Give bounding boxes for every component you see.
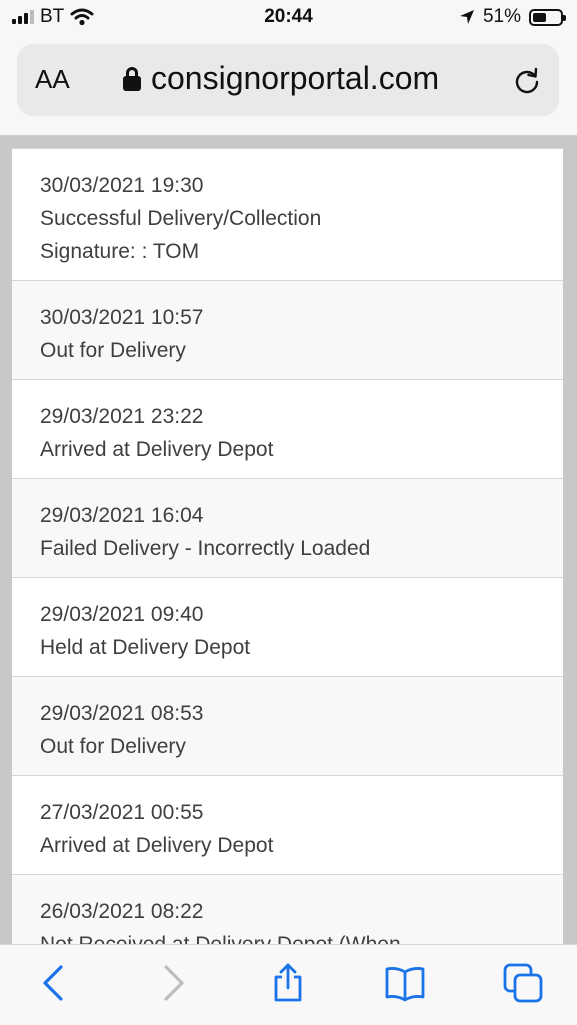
event-datetime: 27/03/2021 00:55 <box>40 801 204 824</box>
browser-address-area: AA consignorportal.com <box>0 40 577 136</box>
list-item: 29/03/2021 23:22 Arrived at Delivery Dep… <box>12 379 563 478</box>
battery-icon <box>529 8 566 26</box>
status-bar: BT 20:44 51% <box>0 0 577 40</box>
event-status: Successful Delivery/Collection <box>40 207 322 230</box>
event-status: Held at Delivery Depot <box>40 636 251 659</box>
event-datetime: 29/03/2021 16:04 <box>40 504 204 527</box>
event-status: Out for Delivery <box>40 339 186 362</box>
list-item: 27/03/2021 00:55 Arrived at Delivery Dep… <box>12 775 563 874</box>
url-display[interactable]: consignorportal.com <box>123 60 439 97</box>
event-status: Out for Delivery <box>40 735 186 758</box>
text-size-label: AA <box>35 64 70 94</box>
back-icon[interactable] <box>34 963 74 1003</box>
share-icon[interactable] <box>268 963 308 1003</box>
text-size-button[interactable]: AA <box>35 64 70 95</box>
browser-toolbar <box>0 944 577 1025</box>
address-bar[interactable]: AA consignorportal.com <box>17 44 559 116</box>
event-datetime: 30/03/2021 10:57 <box>40 306 204 329</box>
event-status: Failed Delivery - Incorrectly Loaded <box>40 537 371 560</box>
event-status: Not Received at Delivery Depot (When <box>40 928 535 944</box>
tabs-icon[interactable] <box>503 963 543 1003</box>
domain-text: consignorportal.com <box>151 60 440 96</box>
status-right: 51% <box>459 6 566 28</box>
battery-fill <box>533 12 547 22</box>
list-item: 29/03/2021 09:40 Held at Delivery Depot <box>12 577 563 676</box>
event-detail: Signature: : TOM <box>40 240 200 263</box>
tracking-history-list: 30/03/2021 19:30 Successful Delivery/Col… <box>12 148 563 944</box>
lock-icon <box>123 66 141 91</box>
forward-icon[interactable] <box>153 963 193 1003</box>
list-item: 26/03/2021 08:22 Not Received at Deliver… <box>12 874 563 944</box>
event-datetime: 29/03/2021 08:53 <box>40 702 204 725</box>
list-item: 30/03/2021 19:30 Successful Delivery/Col… <box>12 148 563 280</box>
battery-percent: 51% <box>482 6 521 27</box>
reload-icon[interactable] <box>513 66 541 94</box>
location-arrow-icon <box>459 10 474 24</box>
event-datetime: 29/03/2021 09:40 <box>40 603 204 626</box>
event-datetime: 30/03/2021 19:30 <box>40 174 204 197</box>
event-status: Arrived at Delivery Depot <box>40 438 274 461</box>
page-content: 30/03/2021 19:30 Successful Delivery/Col… <box>0 136 577 944</box>
list-item: 30/03/2021 10:57 Out for Delivery <box>12 280 563 379</box>
list-item: 29/03/2021 16:04 Failed Delivery - Incor… <box>12 478 563 577</box>
event-status: Arrived at Delivery Depot <box>40 834 274 857</box>
event-datetime: 29/03/2021 23:22 <box>40 405 204 428</box>
event-datetime: 26/03/2021 08:22 <box>40 900 204 923</box>
list-item: 29/03/2021 08:53 Out for Delivery <box>12 676 563 775</box>
bookmarks-icon[interactable] <box>385 963 425 1003</box>
